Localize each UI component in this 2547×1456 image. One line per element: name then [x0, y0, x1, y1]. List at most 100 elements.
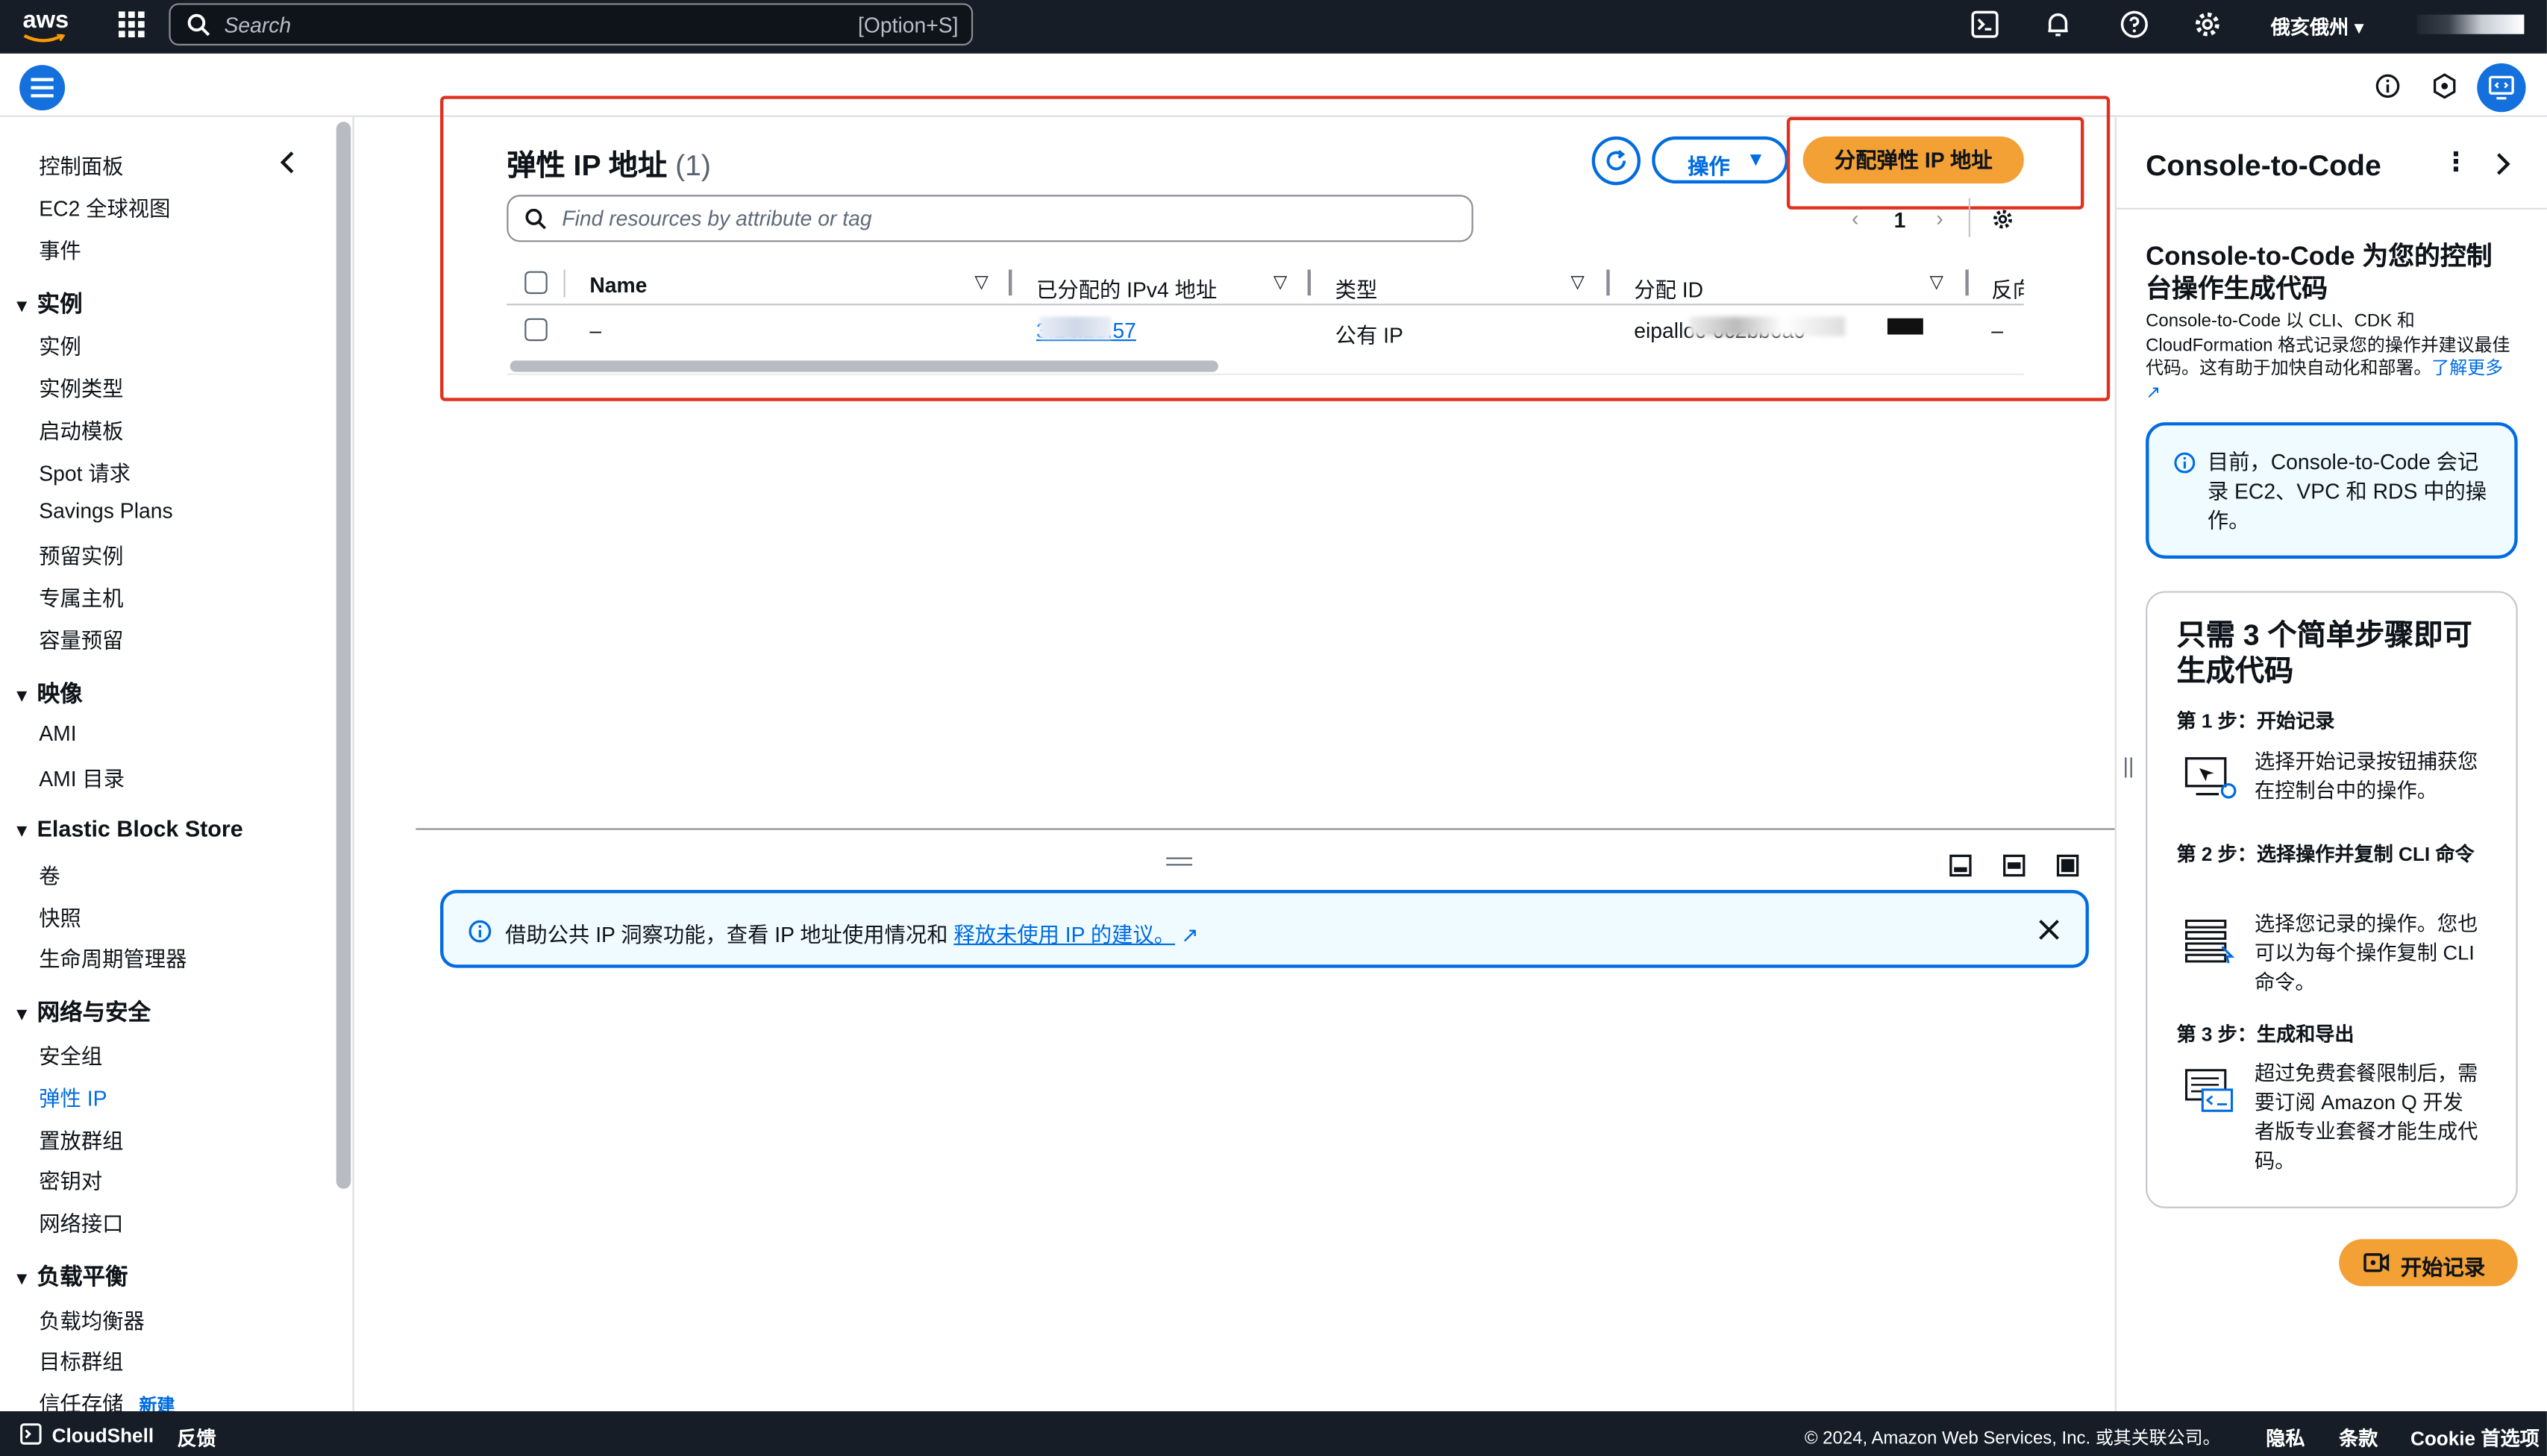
caret-down-icon: ▼ — [13, 1270, 31, 1290]
column-resizer[interactable] — [1965, 269, 1969, 296]
divider — [2114, 207, 2547, 210]
row-checkbox[interactable] — [524, 318, 548, 342]
redaction-block — [1887, 318, 1923, 335]
column-resizer[interactable] — [1606, 269, 1610, 296]
sidebar-section-instances[interactable]: ▼ 实例 — [13, 287, 82, 320]
column-resizer[interactable] — [1307, 269, 1312, 296]
sidebar-item-volumes[interactable]: 卷 — [39, 859, 60, 890]
caret-down-icon: ▼ — [13, 821, 31, 841]
console-to-code-toggle[interactable] — [2477, 63, 2526, 113]
column-header-allocation-id[interactable]: 分配 ID — [1634, 273, 1703, 304]
sidebar-item-reserved-instances[interactable]: 预留实例 — [39, 539, 123, 570]
sidebar-item-key-pairs[interactable]: 密钥对 — [39, 1164, 102, 1195]
info-icon — [469, 920, 492, 943]
panel-side-icon[interactable] — [2003, 854, 2026, 877]
close-icon[interactable] — [2038, 919, 2059, 940]
help-icon[interactable] — [2120, 10, 2149, 39]
account-menu[interactable] — [2416, 14, 2525, 34]
steps-title: 只需 3 个简单步骤即可生成代码 — [2176, 618, 2472, 687]
refresh-button[interactable] — [1591, 136, 1641, 186]
hexagon-icon[interactable] — [2431, 73, 2457, 99]
sidebar-item-security-groups[interactable]: 安全组 — [39, 1039, 102, 1070]
sidebar-item-ami[interactable]: AMI — [39, 721, 76, 746]
sidebar-item-load-balancers[interactable]: 负载均衡器 — [39, 1304, 145, 1334]
sidebar-item-placement-groups[interactable]: 置放群组 — [39, 1124, 123, 1155]
info-alert-text: 目前，Console-to-Code 会记录 EC2、VPC 和 RDS 中的操… — [2207, 450, 2487, 533]
sidebar-section-network-security[interactable]: ▼ 网络与安全 — [13, 996, 151, 1029]
more-options-icon[interactable]: ⋮ — [2443, 146, 2469, 179]
step2-title: 第 2 步：选择操作并复制 CLI 命令 — [2176, 842, 2475, 866]
sidebar-item-spot-requests[interactable]: Spot 请求 — [39, 456, 131, 487]
info-icon[interactable] — [2375, 73, 2401, 99]
collapse-chevron-icon[interactable] — [279, 151, 295, 174]
sort-icon[interactable]: ▽ — [1570, 272, 1584, 292]
step1-text: 选择开始记录按钮捕获您在控制台中的操作。 — [2254, 750, 2478, 803]
sidebar-item-launch-templates[interactable]: 启动模板 — [39, 414, 123, 445]
panel-full-icon[interactable] — [2056, 854, 2079, 877]
next-page-icon[interactable]: › — [1936, 207, 1943, 231]
feedback-link[interactable]: 反馈 — [177, 1424, 216, 1452]
sidebar-item-events[interactable]: 事件 — [39, 234, 81, 265]
column-header-ipv4[interactable]: 已分配的 IPv4 地址 — [1036, 273, 1217, 304]
sidebar-item-ec2-global-view[interactable]: EC2 全球视图 — [39, 192, 170, 222]
caret-down-icon: ▼ — [1746, 148, 1766, 171]
sidebar-item-capacity-reservations[interactable]: 容量预留 — [39, 624, 123, 654]
gear-icon[interactable] — [2193, 10, 2222, 39]
sidebar-item-savings-plans[interactable]: Savings Plans — [39, 498, 172, 523]
start-recording-button[interactable]: 开始记录 — [2339, 1239, 2518, 1287]
cookie-preferences-link[interactable]: Cookie 首选项 — [2410, 1424, 2540, 1452]
table-settings-gear-icon[interactable] — [1991, 208, 2014, 230]
sidebar-item-elastic-ip[interactable]: 弹性 IP — [39, 1082, 107, 1112]
region-selector[interactable]: 俄亥俄州 ▾ — [2271, 13, 2364, 40]
sidebar-section-load-balancing[interactable]: ▼ 负载平衡 — [13, 1261, 128, 1293]
cloudshell-icon[interactable] — [1970, 10, 1999, 39]
search-input[interactable]: Search [Option+S] — [169, 3, 974, 46]
search-placeholder: Search — [224, 13, 292, 38]
sort-icon[interactable]: ▽ — [1930, 272, 1943, 292]
cell-name: – — [589, 318, 602, 343]
row-divider — [507, 373, 2024, 375]
column-header-name[interactable]: Name — [589, 273, 647, 298]
sidebar-scrollbar[interactable] — [336, 122, 351, 1189]
search-icon — [525, 208, 546, 230]
refresh-icon — [1606, 149, 1626, 171]
column-header-reverse-dns[interactable]: 反向 — [1991, 273, 2024, 304]
drag-handle-icon[interactable] — [1166, 857, 1193, 866]
resize-handle-icon[interactable]: || — [2123, 753, 2134, 778]
column-resizer[interactable] — [1009, 269, 1012, 296]
banner-link[interactable]: 释放未使用 IP 的建议。 — [953, 923, 1175, 947]
learn-more-link[interactable]: 了解更多 — [2431, 359, 2503, 378]
panel-bottom-icon[interactable] — [1949, 854, 1972, 877]
terms-link[interactable]: 条款 — [2339, 1424, 2378, 1452]
services-grid-icon[interactable] — [118, 11, 145, 38]
chevron-right-icon[interactable] — [2495, 153, 2511, 175]
column-header-type[interactable]: 类型 — [1335, 273, 1378, 304]
sidebar-item-dedicated-hosts[interactable]: 专属主机 — [39, 581, 123, 612]
side-menu-button[interactable] — [19, 65, 66, 111]
sidebar-item-instance-types[interactable]: 实例类型 — [39, 372, 123, 403]
privacy-link[interactable]: 隐私 — [2266, 1424, 2305, 1452]
prev-page-icon[interactable]: ‹ — [1852, 207, 1858, 231]
sort-icon[interactable]: ▽ — [974, 272, 988, 292]
select-all-checkbox[interactable] — [524, 271, 548, 295]
sidebar-item-instances[interactable]: 实例 — [39, 330, 81, 360]
sidebar-section-ebs[interactable]: ▼ Elastic Block Store — [13, 815, 242, 841]
actions-button[interactable]: 操作 ▼ — [1652, 136, 1789, 184]
divider — [1968, 198, 1970, 237]
filter-input[interactable]: Find resources by attribute or tag — [507, 195, 1473, 242]
sidebar-item-ami-catalog[interactable]: AMI 目录 — [39, 762, 125, 792]
page-number[interactable]: 1 — [1894, 208, 1906, 233]
step1-title: 第 1 步：开始记录 — [2176, 709, 2335, 732]
sort-icon[interactable]: ▽ — [1274, 272, 1287, 292]
sidebar-item-snapshots[interactable]: 快照 — [39, 901, 81, 932]
section-label: Elastic Block Store — [37, 815, 243, 841]
sidebar-section-images[interactable]: ▼ 映像 — [13, 677, 82, 710]
bell-icon[interactable] — [2043, 10, 2073, 39]
sidebar-item-network-interfaces[interactable]: 网络接口 — [39, 1207, 123, 1237]
horizontal-scrollbar[interactable] — [510, 360, 1218, 372]
sidebar-item-dashboard[interactable]: 控制面板 — [39, 149, 123, 180]
sidebar-item-lifecycle-manager[interactable]: 生命周期管理器 — [39, 942, 187, 973]
list-select-icon — [2185, 919, 2235, 964]
sidebar-item-target-groups[interactable]: 目标群组 — [39, 1345, 123, 1375]
filter-placeholder: Find resources by attribute or tag — [562, 206, 872, 231]
